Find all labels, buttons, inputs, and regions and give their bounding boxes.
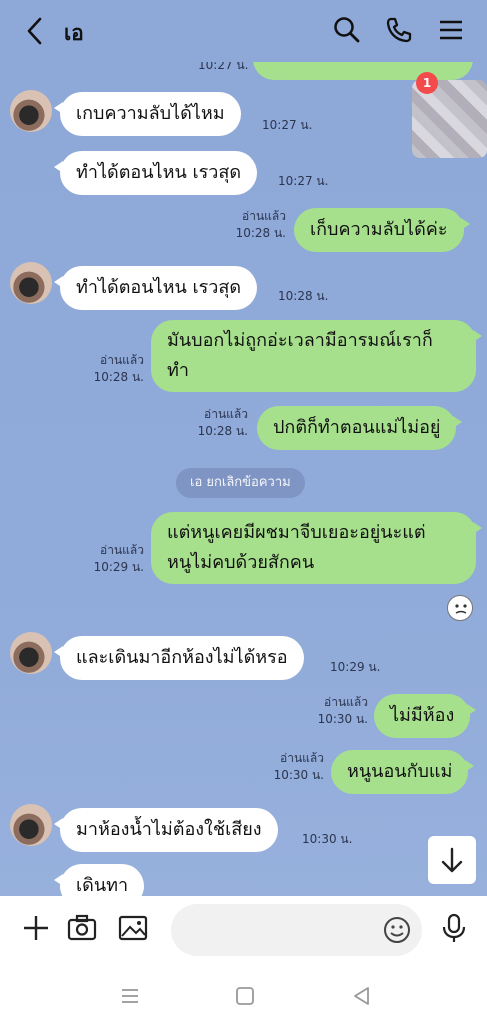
plus-icon[interactable]: [20, 912, 52, 944]
sticker-reaction-icon[interactable]: [447, 595, 473, 621]
message-meta: อ่านแล้ว 10:28 น.: [226, 208, 286, 242]
message-time: 10:27 น.: [262, 118, 313, 132]
mic-icon[interactable]: [438, 912, 470, 944]
incoming-message-bubble[interactable]: เกบความลับได้ไหม: [54, 92, 241, 136]
outgoing-message-bubble[interactable]: มันบอกไม่ถูกอ่ะเวลามีอารมณ์เราก็ ทำ: [151, 320, 482, 392]
scroll-to-bottom-button[interactable]: [428, 836, 476, 884]
message-meta: อ่านแล้ว 10:28 น.: [84, 352, 144, 386]
message-text: เก็บความลับได้ค่ะ: [310, 219, 448, 240]
chat-title: เอ: [64, 21, 84, 45]
back-icon[interactable]: [22, 16, 50, 46]
message-text: มันบอกไม่ถูกอ่ะเวลามีอารมณ์เราก็: [167, 330, 433, 351]
incoming-message-bubble[interactable]: มาห้องน้ำไม่ต้องใช้เสียง: [54, 808, 278, 852]
message-time: 10:27 น.: [278, 174, 329, 188]
message-time: 10:27 น.: [198, 62, 249, 72]
system-navigation-bar: [0, 966, 487, 1024]
chat-header: เอ: [0, 0, 487, 62]
message-text: แต่หนูเคยมีผชมาจีบเยอะอยู่นะแต่: [167, 522, 426, 543]
message-text: เดินทา: [76, 875, 129, 896]
incoming-message-bubble[interactable]: ทำได้ตอนไหน เรวสุด: [53, 151, 258, 195]
read-status: อ่านแล้ว: [100, 353, 144, 367]
chat-messages[interactable]: 10:27 น. เกบความลับได้ไหม 10:27 น. ทำได้…: [0, 62, 487, 896]
message-meta: อ่านแล้ว 10:29 น.: [84, 542, 144, 576]
read-status: อ่านแล้ว: [100, 543, 144, 557]
outgoing-message-bubble[interactable]: หนูนอนกับแม่: [331, 750, 475, 794]
message-text: ปกติก็ทำตอนแม่ไม่อยู่: [273, 417, 441, 438]
arrow-down-icon: [441, 847, 463, 873]
message-text: หนูไม่คบด้วยสักคน: [167, 552, 315, 573]
incoming-message-bubble[interactable]: ทำได้ตอนไหน เรวสุด: [53, 266, 258, 310]
outgoing-message-bubble[interactable]: ปกติก็ทำตอนแม่ไม่อยู่: [257, 406, 463, 450]
message-meta: อ่านแล้ว 10:30 น.: [264, 750, 324, 784]
recent-apps-icon[interactable]: [118, 984, 142, 1008]
outgoing-message-bubble[interactable]: ไม่มีห้อง: [374, 694, 477, 738]
image-icon[interactable]: [117, 912, 149, 944]
camera-icon[interactable]: [66, 912, 98, 944]
message-input[interactable]: [187, 918, 377, 942]
menu-icon[interactable]: [436, 15, 466, 45]
message-time: 10:28 น.: [278, 289, 329, 303]
avatar[interactable]: [10, 632, 52, 674]
message-text: ทำได้ตอนไหน เรวสุด: [76, 162, 242, 183]
message-meta: อ่านแล้ว 10:28 น.: [188, 406, 248, 440]
message-text: และเดินมาอีกห้องไม่ได้หรอ: [76, 647, 288, 668]
read-status: อ่านแล้ว: [324, 695, 368, 709]
message-text: หนูนอนกับแม่: [347, 761, 453, 782]
message-time: 10:30 น.: [302, 832, 353, 846]
message-time: 10:30 น.: [317, 712, 368, 726]
message-time: 10:29 น.: [93, 560, 144, 574]
message-time: 10:28 น.: [93, 370, 144, 384]
message-time: 10:30 น.: [273, 768, 324, 782]
outgoing-message-bubble[interactable]: เก็บความลับได้ค่ะ: [294, 208, 470, 252]
outgoing-message-bubble[interactable]: [253, 62, 473, 80]
message-text: ทำ: [167, 360, 189, 381]
message-time: 10:28 น.: [235, 226, 286, 240]
read-status: อ่านแล้ว: [280, 751, 324, 765]
message-text: ทำได้ตอนไหน เรวสุด: [76, 277, 242, 298]
message-text: มาห้องน้ำไม่ต้องใช้เสียง: [76, 819, 262, 840]
read-status: อ่านแล้ว: [242, 209, 286, 223]
search-icon[interactable]: [332, 15, 362, 45]
avatar[interactable]: [10, 90, 52, 132]
incoming-message-bubble[interactable]: และเดินมาอีกห้องไม่ได้หรอ: [54, 636, 304, 680]
outgoing-message-bubble[interactable]: แต่หนูเคยมีผชมาจีบเยอะอยู่นะแต่ หนูไม่คบ…: [151, 512, 482, 584]
incoming-message-bubble[interactable]: เดินทา: [53, 864, 145, 896]
home-icon[interactable]: [233, 984, 257, 1008]
message-input-field[interactable]: [171, 904, 422, 956]
avatar[interactable]: [10, 804, 52, 846]
message-time: 10:28 น.: [197, 424, 248, 438]
message-meta: อ่านแล้ว 10:30 น.: [308, 694, 368, 728]
notification-badge: 1: [416, 72, 438, 94]
message-time: 10:29 น.: [330, 660, 381, 674]
back-nav-icon[interactable]: [350, 984, 374, 1008]
avatar[interactable]: [10, 262, 52, 304]
emoji-icon[interactable]: [381, 914, 413, 946]
message-composer: [0, 896, 487, 966]
system-notice: เอ ยกเลิกข้อความ: [176, 468, 305, 498]
phone-icon[interactable]: [384, 15, 414, 45]
read-status: อ่านแล้ว: [204, 407, 248, 421]
message-text: เกบความลับได้ไหม: [76, 103, 225, 124]
message-text: ไม่มีห้อง: [390, 705, 455, 726]
